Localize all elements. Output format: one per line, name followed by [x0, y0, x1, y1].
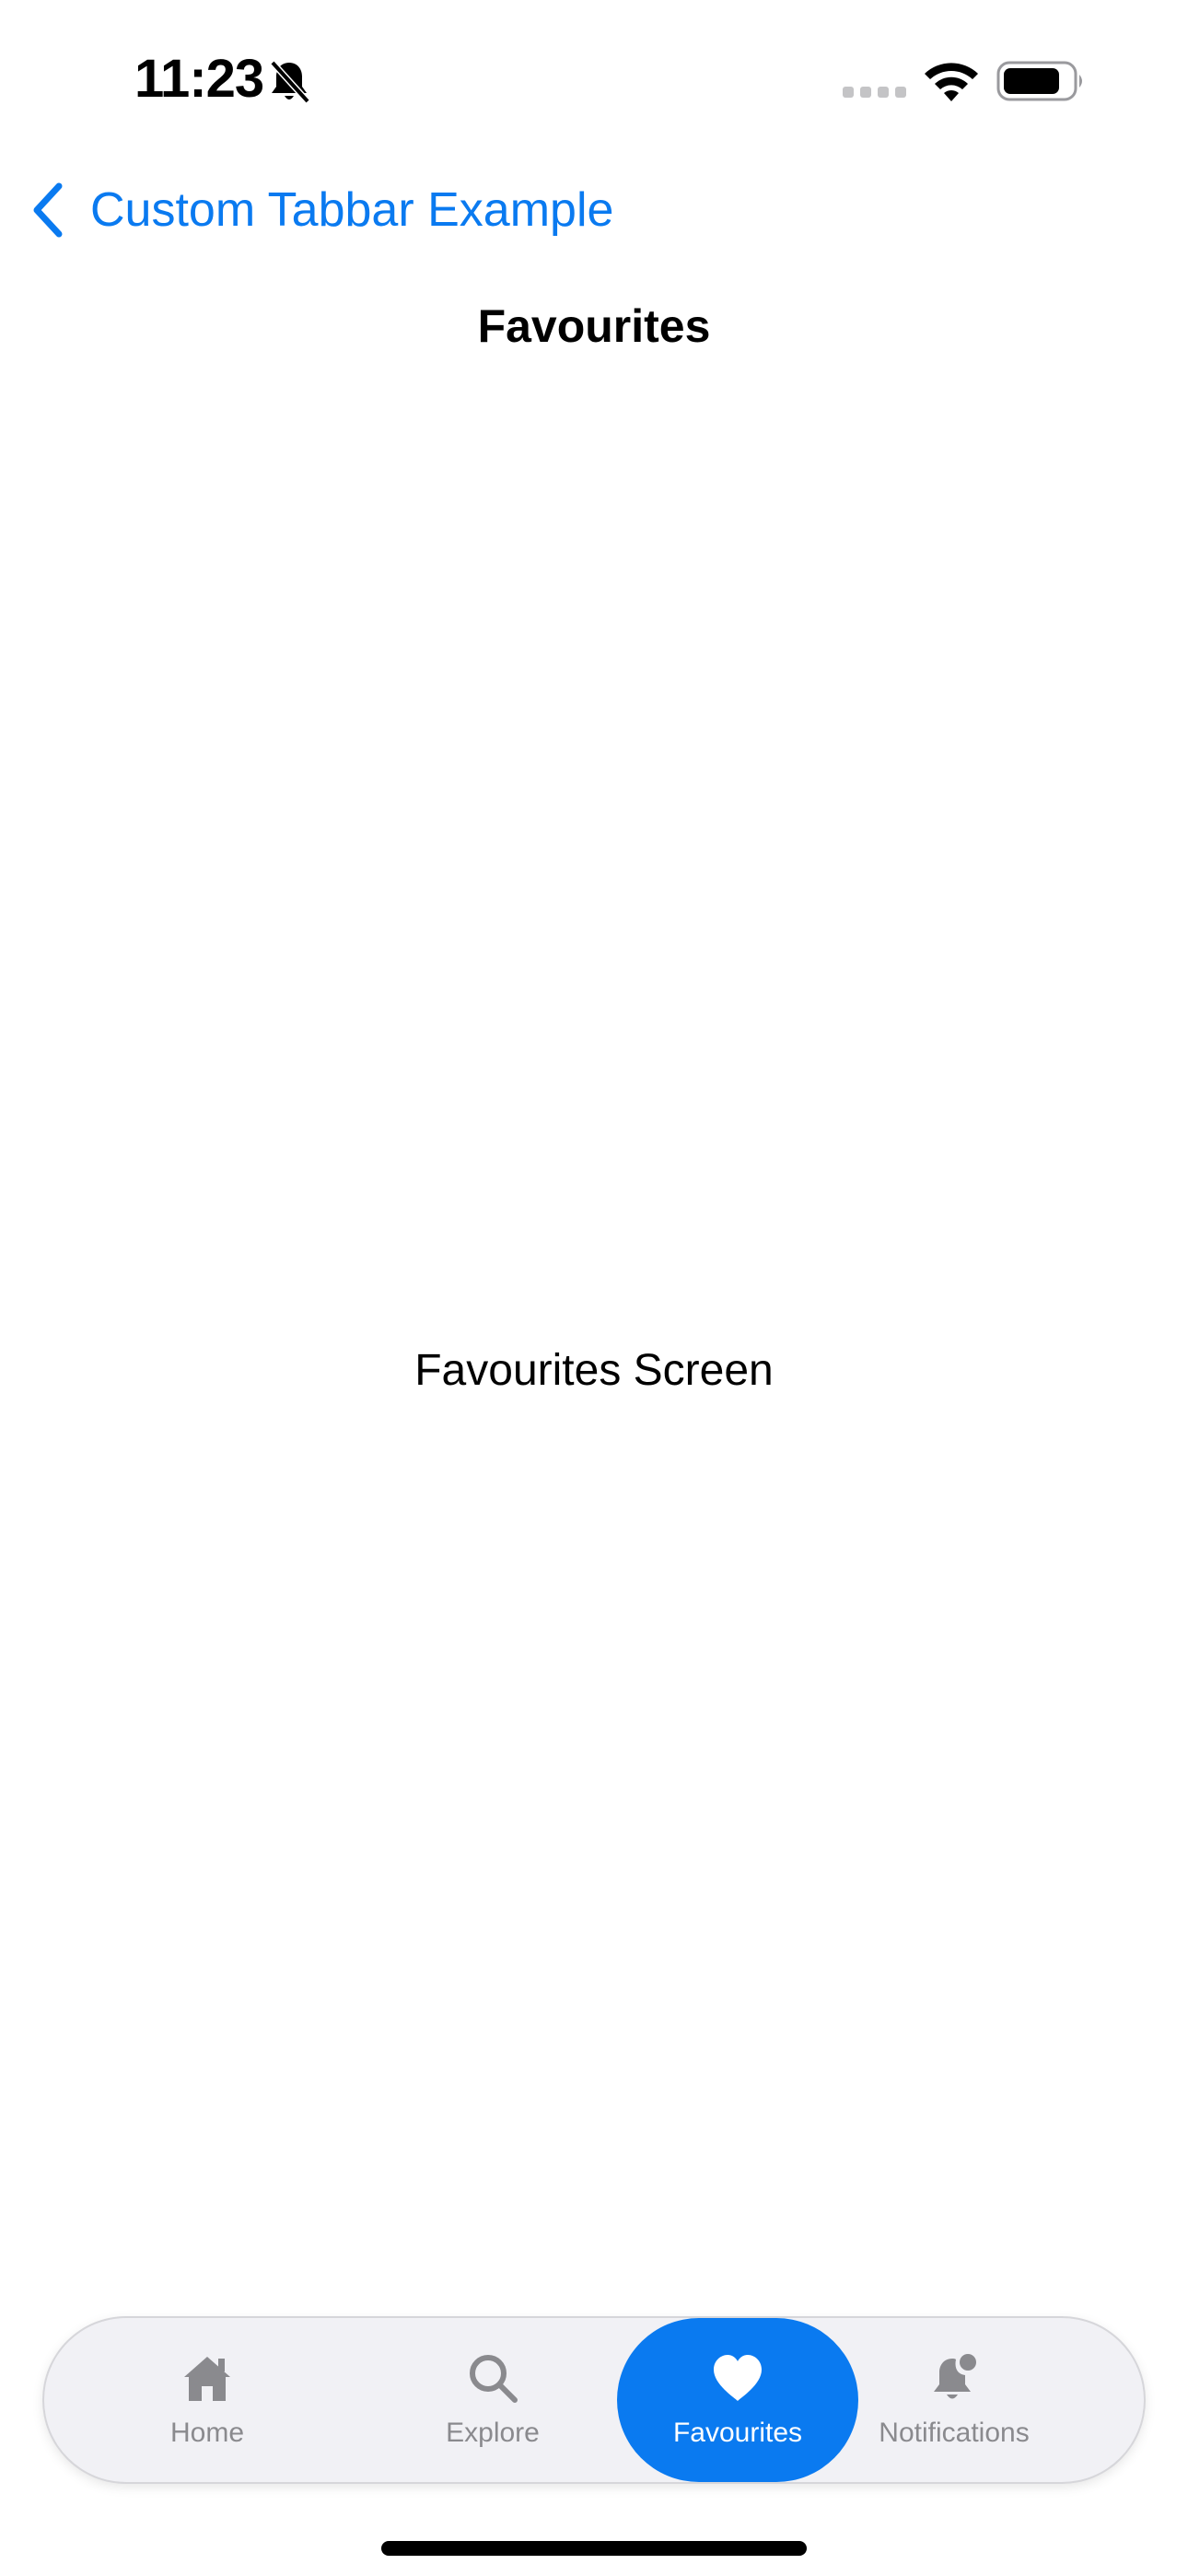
tab-notifications-label: Notifications: [879, 2418, 1030, 2448]
tab-bar: Home Explore Favourites Notifications: [44, 2318, 1144, 2482]
search-icon: [470, 2355, 518, 2403]
page-title: Favourites: [477, 300, 711, 352]
tab-home-label: Home: [169, 2418, 245, 2448]
back-button-label: Custom Tabbar Example: [90, 183, 614, 237]
home-indicator: [381, 2541, 807, 2556]
wifi-icon: [925, 63, 978, 101]
house-icon: [184, 2357, 230, 2401]
tab-explore-label: Explore: [446, 2418, 540, 2448]
cellular-signal-icon: [843, 87, 906, 98]
bell-badge-icon: [934, 2354, 976, 2399]
tab-favourites-label: Favourites: [672, 2418, 803, 2448]
back-button[interactable]: Custom Tabbar Example: [28, 175, 613, 245]
heart-icon: [714, 2355, 762, 2401]
tab-notifications[interactable]: Notifications: [844, 2318, 1065, 2482]
bell-slash-icon: [270, 60, 310, 104]
tab-explore[interactable]: Explore: [372, 2318, 613, 2482]
tab-home[interactable]: Home: [87, 2318, 328, 2482]
screen: 11:23 Custom Tabbar Example Favourites F…: [0, 0, 1188, 2576]
tab-favourites[interactable]: Favourites: [617, 2318, 858, 2482]
chevron-left-icon: [33, 182, 63, 238]
screen-content-label: Favourites Screen: [414, 1346, 774, 1395]
battery-icon: [996, 61, 1082, 101]
status-time: 11:23: [134, 49, 264, 109]
status-bar: 11:23: [0, 0, 1188, 157]
